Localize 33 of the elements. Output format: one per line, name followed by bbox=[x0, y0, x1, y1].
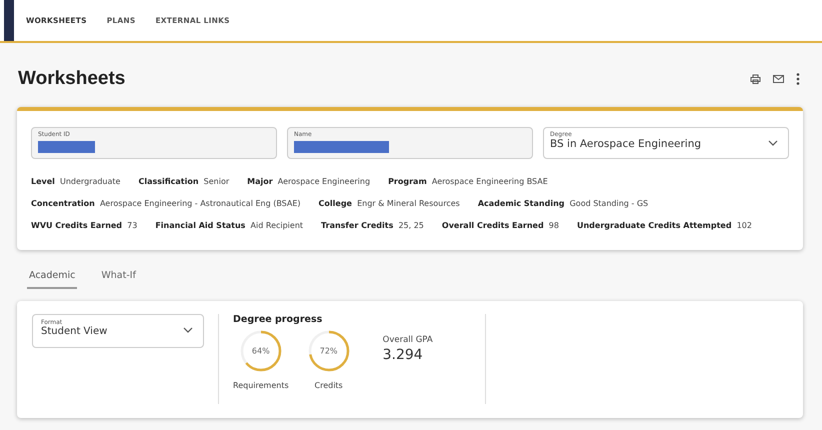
ring-label: Credits bbox=[314, 381, 343, 390]
progress-ring bbox=[238, 329, 283, 373]
field-value: BS in Aerospace Engineering bbox=[550, 138, 702, 150]
tab[interactable]: Academic bbox=[27, 268, 78, 289]
info-item: Concentration Aerospace Engineering - Astronautical Eng (BSAE) bbox=[31, 199, 301, 208]
info-item: Overall Credits Earned 98 bbox=[442, 221, 559, 230]
info-item: Transfer Credits 25, 25 bbox=[321, 221, 424, 230]
page-title: Worksheets bbox=[18, 68, 126, 90]
info-item: Classification Senior bbox=[138, 177, 230, 186]
info-item: College Engr & Mineral Resources bbox=[318, 199, 460, 208]
chevron-down-icon bbox=[183, 327, 193, 333]
info-item: Undergraduate Credits Attempted 102 bbox=[576, 221, 752, 230]
info-item: Financial Aid Status Aid Recipient bbox=[155, 221, 304, 230]
more-icon[interactable] bbox=[796, 73, 800, 85]
gpa-value: 3.294 bbox=[382, 347, 424, 363]
gpa-label: Overall GPA bbox=[382, 335, 433, 345]
info-item: WVU Credits Earned 73 bbox=[31, 221, 138, 230]
mail-icon[interactable] bbox=[773, 75, 784, 83]
chevron-down-icon bbox=[768, 140, 778, 146]
info-item: Program Aerospace Engineering BSAE bbox=[388, 177, 548, 186]
tab[interactable]: What-If bbox=[99, 268, 138, 289]
ring-percent: 64% bbox=[252, 346, 270, 356]
info-item: Level Undergraduate bbox=[31, 177, 120, 186]
print-icon[interactable] bbox=[750, 74, 761, 84]
section-title: Degree progress bbox=[233, 314, 324, 325]
ring-percent: 72% bbox=[320, 346, 338, 356]
progress-ring bbox=[306, 329, 351, 373]
nav-accent-bar bbox=[4, 0, 14, 41]
redaction-bar bbox=[38, 141, 95, 153]
field-value: Student View bbox=[41, 326, 108, 337]
info-item: Academic Standing Good Standing - GS bbox=[478, 199, 648, 208]
info-item: Major Aerospace Engineering bbox=[247, 177, 370, 186]
ring-label: Requirements bbox=[233, 381, 289, 390]
